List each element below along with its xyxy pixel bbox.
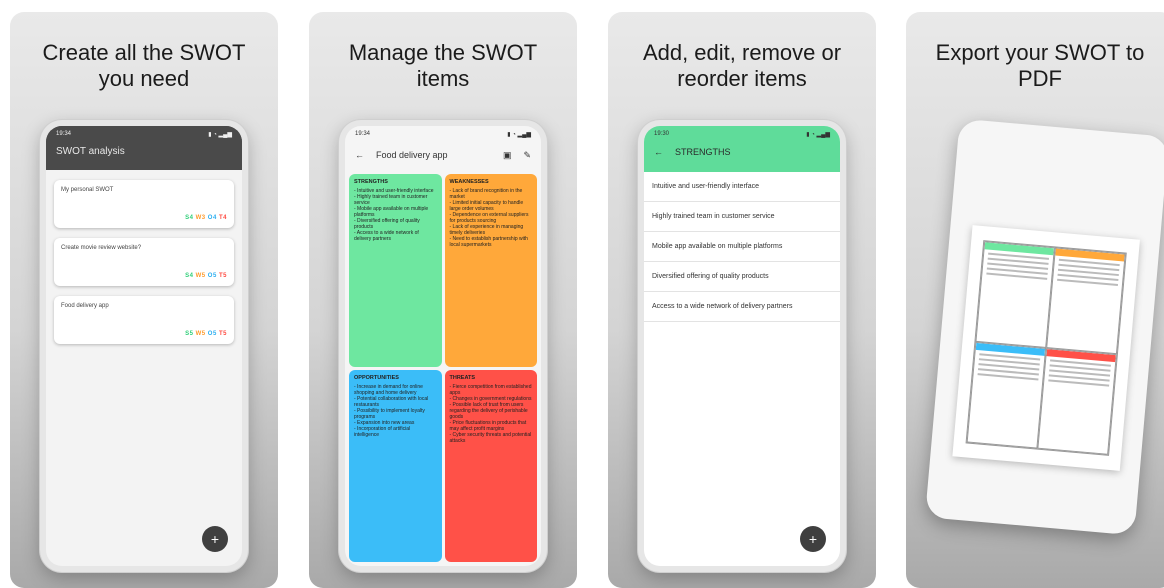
phone-screen: 19:30 ▮ ◔ ▂▄▆ ← STRENGTHS Intuitive and … [644, 126, 840, 566]
status-icons: ▮ ◔ ▂▄▆ [208, 131, 232, 138]
panel-title: Create all the SWOT you need [42, 40, 246, 91]
quadrant-item: - Increase in demand for online shopping… [354, 383, 423, 396]
quadrant-item: - Cyber security threats and potential a… [449, 431, 532, 444]
status-time: 19:34 [56, 131, 72, 137]
pdf-weaknesses [1046, 247, 1126, 355]
card-counts: S4 W3 O4 T4 [185, 215, 227, 221]
quadrant-item: - Possible lack of trust from users rega… [449, 401, 528, 420]
plus-icon: + [808, 531, 818, 547]
panel-title: Manage the SWOT items [348, 40, 538, 91]
quadrant-item: - Incorporation of artificial intelligen… [354, 425, 411, 438]
card-counts: S5 W5 O5 T5 [185, 331, 227, 337]
strengths-bar: ← STRENGTHS [644, 142, 840, 162]
opportunities-quadrant[interactable]: OPPORTUNITIES - Increase in demand for o… [349, 369, 442, 562]
quadrant-item: - Access to a wide network of delivery p… [354, 230, 419, 242]
add-swot-button[interactable]: + [202, 526, 228, 552]
status-bar: 19:34 ▮ ◔ ▂▄▆ [345, 126, 541, 142]
swot-card[interactable]: Food delivery app S5 W5 O5 T5 [54, 296, 234, 344]
phone-mockup [924, 118, 1164, 536]
back-arrow-icon[interactable]: ← [654, 147, 663, 157]
panel-title: Add, edit, remove or reorder items [642, 40, 842, 91]
threats-quadrant[interactable]: THREATS - Fierce competition from establ… [444, 369, 537, 562]
list-item[interactable]: Mobile app available on multiple platfor… [644, 232, 840, 262]
status-icons: ▮ ◔ ▂▄▆ [507, 131, 531, 138]
quadrant-header: WEAKNESSES [449, 179, 489, 185]
quadrant-item: - Mobile app available on multiple platf… [354, 206, 429, 218]
quadrant-item: - Potential collaboration with local res… [354, 395, 429, 408]
quadrant-header: STRENGTHS [354, 179, 388, 185]
status-bar: 19:30 ▮ ◔ ▂▄▆ [644, 126, 840, 142]
pdf-opportunities [966, 341, 1047, 449]
weaknesses-quadrant[interactable]: WEAKNESSES - Lack of brand recognition i… [444, 174, 537, 367]
pdf-preview [952, 225, 1140, 471]
swot-title: Food delivery app [376, 150, 448, 160]
phone-mockup: 19:34 ▮ ◔ ▂▄▆ SWOT analysis My personal … [40, 120, 248, 572]
panel-title: Export your SWOT to PDF [935, 40, 1145, 91]
quadrant-item: - Limited initial capacity to handle lar… [449, 200, 524, 212]
status-time: 19:34 [355, 131, 371, 137]
strengths-quadrant[interactable]: STRENGTHS - Intuitive and user-friendly … [349, 174, 442, 367]
pdf-strengths [975, 241, 1055, 349]
list-item[interactable]: Access to a wide network of delivery par… [644, 292, 840, 322]
list-item[interactable]: Highly trained team in customer service [644, 202, 840, 232]
swot-card[interactable]: My personal SWOT S4 W3 O4 T4 [54, 180, 234, 228]
quadrant-item: - Lack of experience in managing timely … [449, 224, 524, 236]
top-app-bar: 19:30 ▮ ◔ ▂▄▆ ← STRENGTHS [644, 126, 840, 172]
quadrant-item: - Lack of brand recognition in the marke… [449, 188, 523, 200]
status-time: 19:30 [654, 131, 670, 137]
app-title: SWOT analysis [56, 146, 125, 157]
add-item-button[interactable]: + [800, 526, 826, 552]
quadrant-header: THREATS [449, 374, 476, 381]
list-item[interactable]: Diversified offering of quality products [644, 262, 840, 292]
quadrant-item: - Fierce competition from established ap… [449, 383, 532, 396]
pdf-swot-grid [965, 240, 1127, 456]
quadrant-item: - Diversified offering of quality produc… [354, 218, 420, 230]
quadrant-header: OPPORTUNITIES [354, 374, 399, 381]
quadrant-item: - Dependence on external suppliers for p… [449, 212, 529, 224]
panel-export: Export your SWOT to PDF [906, 12, 1164, 588]
panel-edit: Add, edit, remove or reorder items 19:30… [608, 12, 876, 588]
quadrant-item: - Price fluctuations in products that ma… [449, 419, 527, 432]
pdf-icon[interactable]: ▣ [503, 150, 512, 161]
card-title: Food delivery app [61, 303, 109, 309]
quadrant-item: - Possibility to implement loyalty progr… [354, 407, 425, 420]
card-title: My personal SWOT [61, 187, 114, 193]
section-title: STRENGTHS [675, 147, 731, 157]
quadrant-item: - Need to establish partnership with loc… [449, 236, 528, 248]
quadrant-item: - Highly trained team in customer servic… [354, 194, 428, 206]
pdf-threats [1037, 348, 1117, 455]
status-bar: 19:34 ▮ ◔ ▂▄▆ [46, 126, 242, 142]
phone-mockup: 19:30 ▮ ◔ ▂▄▆ ← STRENGTHS Intuitive and … [638, 120, 846, 572]
phone-screen: 19:34 ▮ ◔ ▂▄▆ ← Food delivery app ▣ ✎ ST… [345, 126, 541, 566]
panel-create: Create all the SWOT you need 19:34 ▮ ◔ ▂… [10, 12, 278, 588]
phone-screen: 19:34 ▮ ◔ ▂▄▆ SWOT analysis My personal … [46, 126, 242, 566]
edit-pencil-icon[interactable]: ✎ [523, 150, 531, 161]
swot-grid: STRENGTHS - Intuitive and user-friendly … [349, 174, 537, 562]
swot-card[interactable]: Create movie review website? S4 W5 O5 T5 [54, 238, 234, 286]
phone-mockup: 19:34 ▮ ◔ ▂▄▆ ← Food delivery app ▣ ✎ ST… [339, 120, 547, 572]
card-title: Create movie review website? [61, 245, 142, 251]
panel-manage: Manage the SWOT items 19:34 ▮ ◔ ▂▄▆ ← Fo… [309, 12, 577, 588]
status-icons: ▮ ◔ ▂▄▆ [806, 131, 830, 138]
top-app-bar: 19:34 ▮ ◔ ▂▄▆ SWOT analysis [46, 126, 242, 170]
quadrant-item: - Changes in government regulations [449, 395, 532, 402]
list-item[interactable]: Intuitive and user-friendly interface [644, 172, 840, 202]
plus-icon: + [210, 531, 220, 547]
back-arrow-icon[interactable]: ← [355, 150, 364, 160]
top-app-bar: ← Food delivery app ▣ ✎ [345, 142, 541, 168]
card-counts: S4 W5 O5 T5 [185, 273, 227, 279]
